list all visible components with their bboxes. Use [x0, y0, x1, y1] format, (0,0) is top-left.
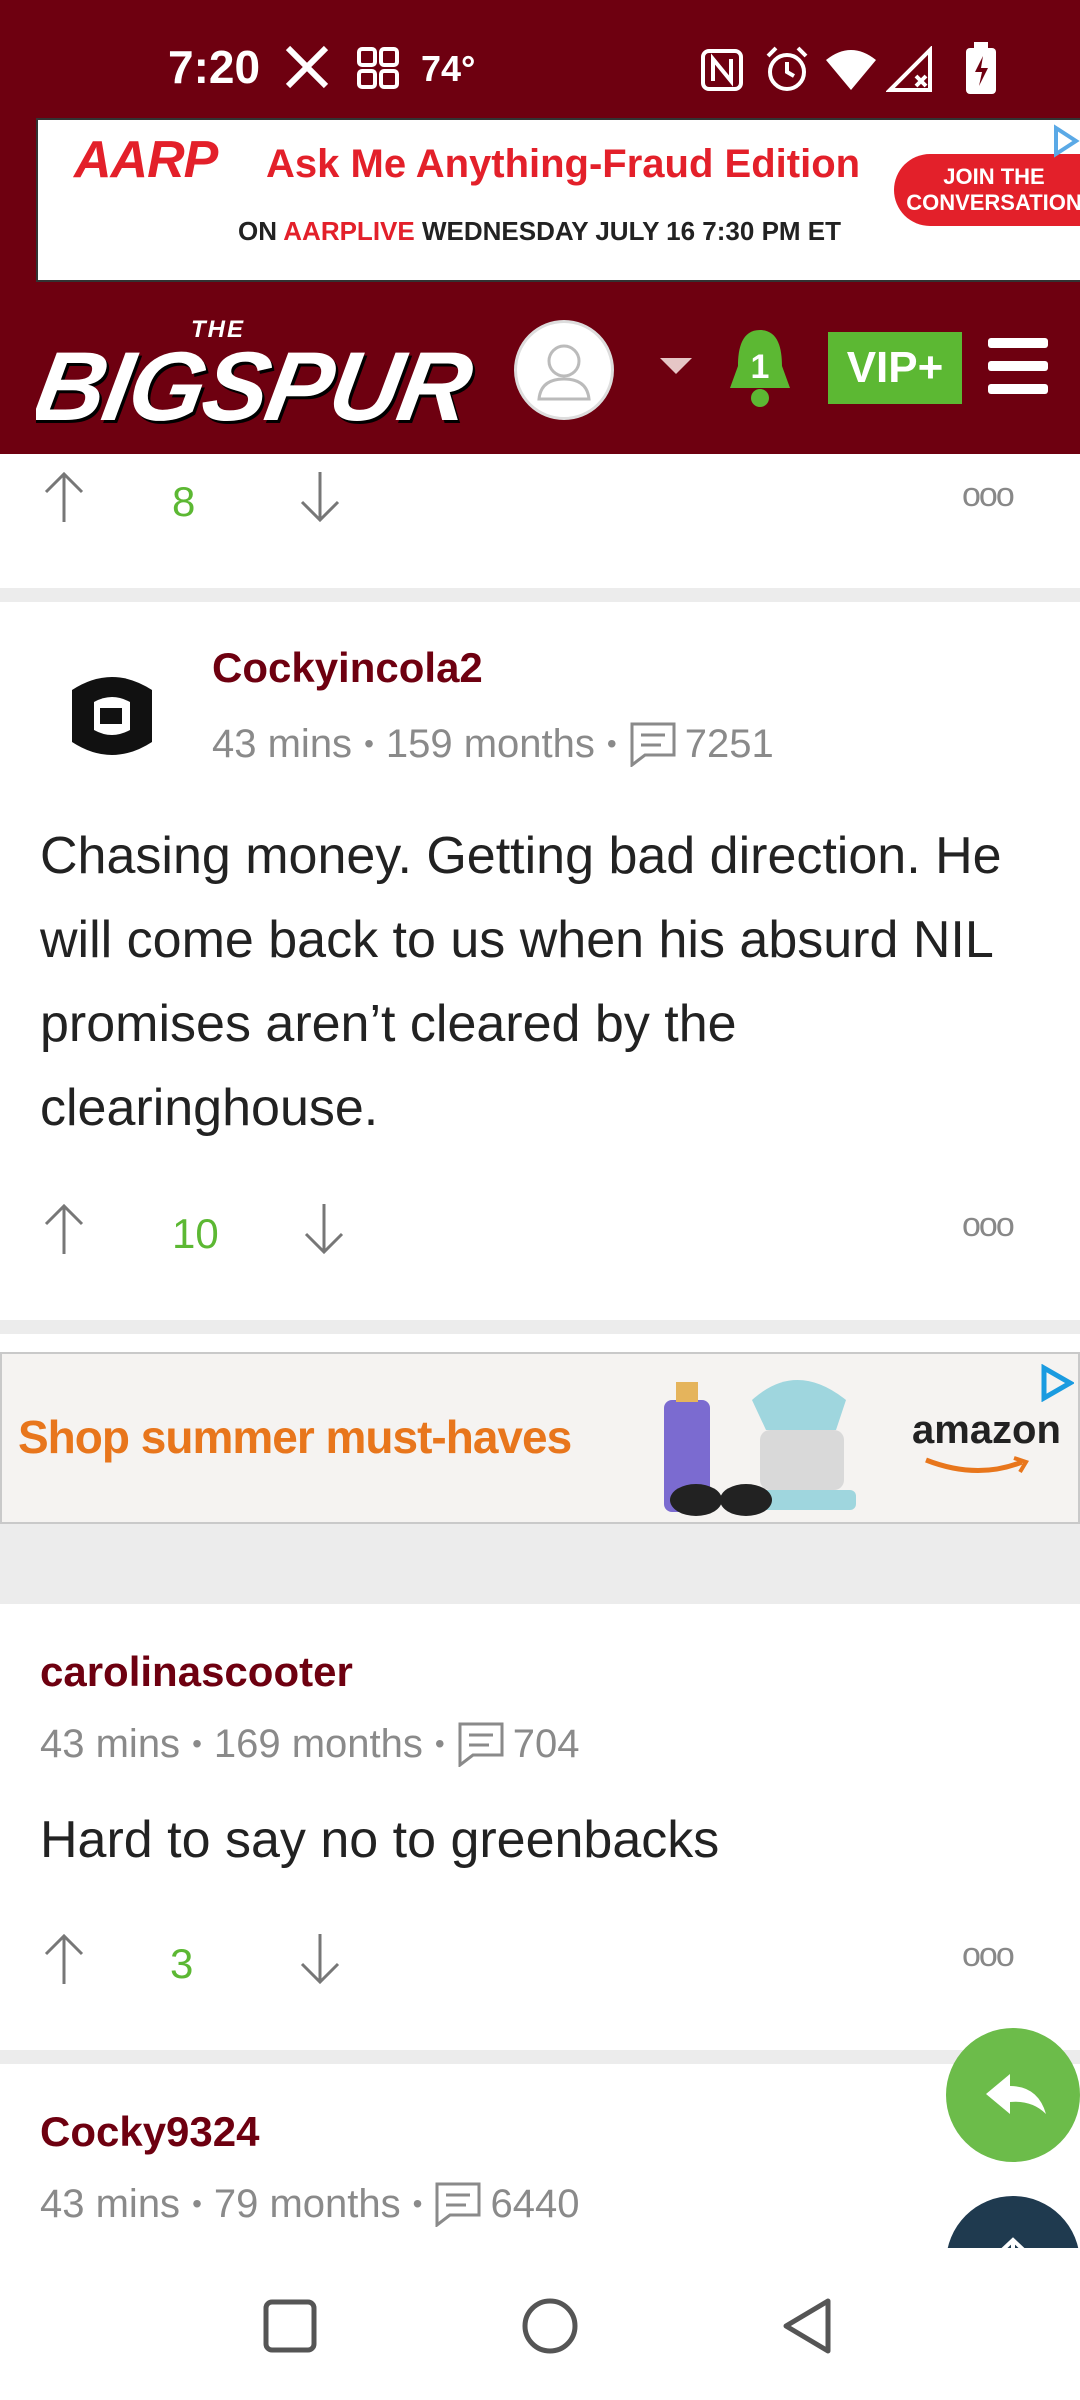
- amazon-logo: amazon: [912, 1408, 1061, 1452]
- site-logo[interactable]: THE BIGSPUR: [36, 308, 478, 428]
- ad-subline-rest: WEDNESDAY JULY 16 7:30 PM ET: [414, 216, 842, 246]
- comment-post-count: 7251: [684, 721, 774, 766]
- ad-banner-content[interactable]: AARP Ask Me Anything-Fraud Edition ON AA…: [36, 118, 1080, 282]
- post-count-icon: [458, 1722, 504, 1769]
- upvote-icon[interactable]: [42, 1202, 86, 1256]
- product-image-icon: [664, 1380, 856, 1516]
- reply-icon: [986, 2074, 1046, 2114]
- back-icon[interactable]: [780, 2296, 836, 2356]
- recent-apps-icon[interactable]: [262, 2298, 318, 2354]
- aarp-logo: AARP: [74, 131, 218, 189]
- more-options-button[interactable]: ooo: [962, 1936, 1015, 1975]
- ad-subline: ON AARPLIVE WEDNESDAY JULY 16 7:30 PM ET: [238, 216, 841, 247]
- ad-subline-prefix: ON: [238, 216, 284, 246]
- widgets-icon: [357, 47, 399, 89]
- downvote-icon[interactable]: [298, 470, 342, 524]
- status-temperature: 74°: [421, 48, 476, 89]
- more-options-button[interactable]: ooo: [962, 1206, 1015, 1245]
- system-nav-bar: [0, 2248, 1080, 2400]
- vote-count: 3: [170, 1940, 194, 1987]
- cellular-signal-icon: [886, 46, 932, 92]
- comment-username[interactable]: carolinascooter: [40, 1648, 353, 1696]
- amazon-ad[interactable]: Shop summer must-haves amazon: [0, 1352, 1080, 1524]
- x-app-icon: [285, 45, 329, 89]
- site-header: THE BIGSPUR 1 VIP+: [0, 286, 1080, 454]
- ad-spacer: [0, 1524, 1080, 1604]
- ad-subline-brand: AARPLIVE: [283, 216, 415, 246]
- upvote-icon[interactable]: [42, 1932, 86, 1986]
- comment-tenure: 159 months: [385, 721, 595, 766]
- reply-button[interactable]: [946, 2028, 1080, 2162]
- comment-time: 43 mins: [212, 721, 353, 766]
- amazon-smile-icon: [925, 1456, 1029, 1474]
- comment-body: Chasing money. Getting bad direction. He…: [40, 827, 1002, 1137]
- upvote-icon[interactable]: [42, 470, 86, 524]
- team-logo-icon: [72, 677, 152, 755]
- comment-divider: [0, 588, 1080, 602]
- more-options-button[interactable]: ooo: [962, 476, 1015, 515]
- comment-meta: 43 mins • 79 months • 6440: [40, 2181, 580, 2229]
- comment-post-count: 6440: [490, 2181, 580, 2226]
- comment-meta: 43 mins • 169 months • 704: [40, 1721, 580, 1769]
- user-avatar[interactable]: [514, 320, 614, 420]
- comment-username[interactable]: Cocky9324: [40, 2108, 260, 2156]
- vote-count: 8: [172, 478, 196, 525]
- nfc-icon: [701, 49, 743, 91]
- comment-post-count: 704: [512, 1721, 580, 1766]
- comment-meta: 43 mins • 159 months • 7251: [212, 721, 774, 769]
- comment-time: 43 mins: [40, 1721, 181, 1766]
- vip-button[interactable]: VIP+: [828, 332, 962, 404]
- downvote-icon[interactable]: [298, 1932, 342, 1986]
- post-count-icon: [435, 2182, 481, 2229]
- post-count-icon: [630, 722, 676, 769]
- comment-body: Hard to say no to greenbacks: [40, 1811, 720, 1869]
- comment-tenure: 169 months: [213, 1721, 423, 1766]
- battery-icon: [966, 42, 996, 94]
- site-logo-main: BIGSPUR: [36, 331, 478, 428]
- status-time: 7:20: [168, 41, 261, 93]
- amazon-ad-text: Shop summer must-haves: [18, 1411, 572, 1463]
- join-button-line2: CONVERSATION: [906, 190, 1080, 215]
- notification-count: 1: [750, 348, 770, 386]
- adchoices-icon[interactable]: [1038, 1364, 1074, 1402]
- comment-tenure: 79 months: [213, 2181, 401, 2226]
- comment-time: 43 mins: [40, 2181, 181, 2226]
- ad-banner[interactable]: AARP Ask Me Anything-Fraud Edition ON AA…: [0, 118, 1080, 286]
- comment-username[interactable]: Cockyincola2: [212, 644, 483, 692]
- account-dropdown-icon[interactable]: [660, 358, 692, 374]
- menu-icon[interactable]: [988, 338, 1048, 394]
- downvote-icon[interactable]: [302, 1202, 346, 1256]
- join-conversation-button[interactable]: JOIN THE CONVERSATION: [894, 154, 1080, 226]
- home-icon[interactable]: [520, 2296, 580, 2356]
- adchoices-icon[interactable]: [1052, 124, 1080, 158]
- alarm-icon: [766, 46, 808, 91]
- ad-headline: Ask Me Anything-Fraud Edition: [266, 142, 861, 186]
- status-bar: 7:20 74°: [0, 0, 1080, 118]
- join-button-line1: JOIN THE: [943, 164, 1045, 189]
- comment-divider: [0, 2050, 1080, 2064]
- vote-count: 10: [172, 1210, 219, 1257]
- wifi-icon: [826, 50, 876, 90]
- user-silhouette-icon: [537, 344, 591, 401]
- comment-divider: [0, 1320, 1080, 1334]
